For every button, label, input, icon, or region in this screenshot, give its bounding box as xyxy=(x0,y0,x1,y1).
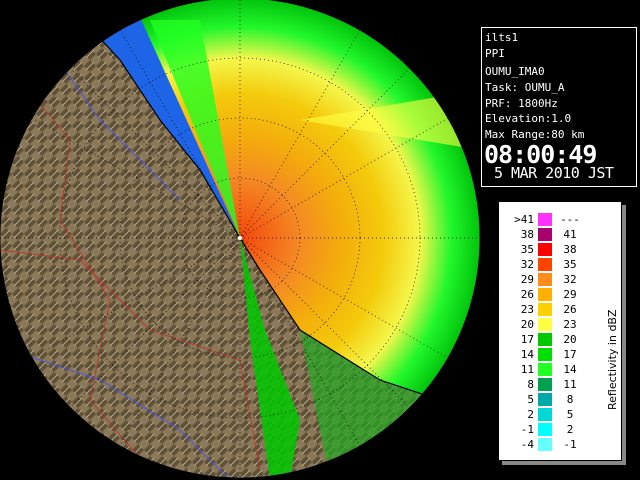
legend-low-value: 5 xyxy=(527,393,534,406)
legend-row: 23 26 xyxy=(508,302,588,317)
legend-high-value: 2 xyxy=(566,423,574,436)
legend-high-value: 41 xyxy=(563,228,577,241)
legend-high-value: 32 xyxy=(563,273,577,286)
legend-low-value: 8 xyxy=(527,378,534,391)
legend-row: 20 23 xyxy=(508,317,588,332)
legend-low-value: 11 xyxy=(520,363,534,376)
legend-low-value: 20 xyxy=(520,318,534,331)
legend-low-value: 17 xyxy=(520,333,534,346)
site-name: ilts1 xyxy=(485,31,519,44)
legend-row: 17 20 xyxy=(508,332,588,347)
legend-color-swatch xyxy=(538,393,552,406)
legend-row: >41 --- xyxy=(508,212,588,227)
legend-low-value: >41 xyxy=(514,213,534,226)
legend-row: 38 41 xyxy=(508,227,588,242)
info-panel: ilts1 PPI OUMU_IMA0 Task: OUMU_A PRF: 18… xyxy=(481,27,637,187)
scan-date: 5 MAR 2010 JST xyxy=(494,164,614,182)
legend-color-swatch xyxy=(538,243,552,256)
legend-high-value: 20 xyxy=(563,333,577,346)
legend-high-value: 5 xyxy=(566,408,574,421)
legend-low-value: 26 xyxy=(520,288,534,301)
radar-site-marker xyxy=(238,236,242,240)
elevation-value: Elevation:1.0 xyxy=(485,112,572,125)
legend-row: 29 32 xyxy=(508,272,588,287)
legend-high-value: 26 xyxy=(563,303,577,316)
legend-color-swatch xyxy=(538,213,552,226)
legend-color-swatch xyxy=(538,438,552,451)
prf-value: PRF: 1800Hz xyxy=(485,97,558,110)
legend-row: 14 17 xyxy=(508,347,588,362)
legend-high-value: 38 xyxy=(563,243,577,256)
legend-low-value: 38 xyxy=(520,228,534,241)
legend-color-swatch xyxy=(538,348,552,361)
legend-low-value: 2 xyxy=(527,408,534,421)
legend-color-swatch xyxy=(538,333,552,346)
product-type: PPI xyxy=(485,47,505,60)
legend-row: 32 35 xyxy=(508,257,588,272)
task-name: Task: OUMU_A xyxy=(485,81,565,94)
legend-row: 25 xyxy=(508,407,588,422)
legend-high-value: 23 xyxy=(563,318,577,331)
legend-row: -4 -1 xyxy=(508,437,588,452)
legend-color-swatch xyxy=(538,273,552,286)
legend-high-value: 8 xyxy=(566,393,574,406)
legend-color-swatch xyxy=(538,318,552,331)
legend-low-value: -1 xyxy=(520,423,534,436)
scan-name: OUMU_IMA0 xyxy=(485,65,545,78)
legend-color-swatch xyxy=(538,423,552,436)
legend-row: -1 2 xyxy=(508,422,588,437)
legend-row: 8 11 xyxy=(508,377,588,392)
legend-high-value: 17 xyxy=(563,348,577,361)
legend-low-value: 35 xyxy=(520,243,534,256)
legend-color-swatch xyxy=(538,288,552,301)
legend-row: 35 38 xyxy=(508,242,588,257)
legend-color-swatch xyxy=(538,228,552,241)
legend-color-swatch xyxy=(538,258,552,271)
legend-low-value: 32 xyxy=(520,258,534,271)
legend-low-value: 23 xyxy=(520,303,534,316)
legend-units-label: Reflectivity in dBZ xyxy=(606,309,619,410)
legend-color-swatch xyxy=(538,408,552,421)
legend-color-swatch xyxy=(538,363,552,376)
legend-low-value: 29 xyxy=(520,273,534,286)
legend-high-value: 35 xyxy=(563,258,577,271)
legend-color-swatch xyxy=(538,303,552,316)
legend-low-value: -4 xyxy=(520,438,534,451)
legend-scale: >41 --- 38 41 35 38 32 35 29 32 26 29 23 26 20 23 17 20 14… xyxy=(508,212,618,456)
legend-row: 11 14 xyxy=(508,362,588,377)
legend-color-swatch xyxy=(538,378,552,391)
legend-row: 26 29 xyxy=(508,287,588,302)
legend-high-value: --- xyxy=(560,213,580,226)
legend-row: 58 xyxy=(508,392,588,407)
radar-ppi-display xyxy=(0,0,480,480)
legend-high-value: 14 xyxy=(563,363,577,376)
legend-high-value: 11 xyxy=(563,378,577,391)
legend-low-value: 14 xyxy=(520,348,534,361)
legend-high-value: -1 xyxy=(563,438,577,451)
legend-high-value: 29 xyxy=(563,288,577,301)
